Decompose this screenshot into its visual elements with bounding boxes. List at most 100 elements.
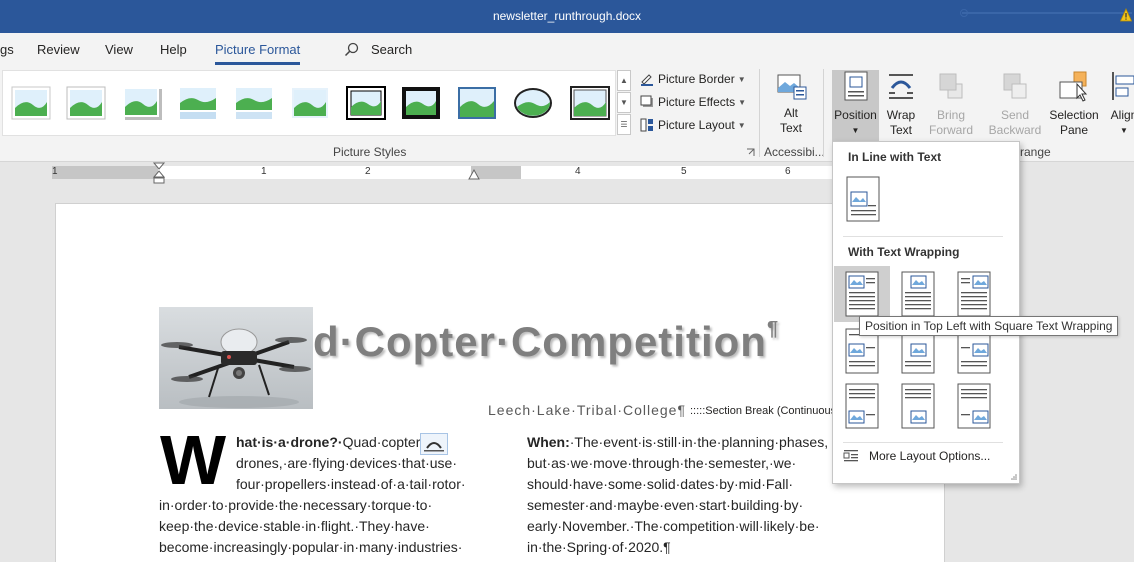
picture-effects-icon	[640, 95, 653, 107]
horizontal-ruler[interactable]: 1 1 2 4 5 6	[52, 166, 832, 179]
menu-separator	[843, 236, 1003, 237]
tab-view[interactable]: View	[105, 42, 133, 57]
alt-text-button[interactable]: Alt Text	[768, 70, 814, 136]
position-bottom-center-option[interactable]	[901, 383, 935, 429]
warning-icon[interactable]	[1120, 8, 1132, 22]
position-bottom-right-option[interactable]	[957, 383, 991, 429]
gallery-scroll-up-button[interactable]: ▲	[617, 70, 631, 91]
position-top-right-option[interactable]	[957, 271, 991, 317]
gallery-scroll: ▲ ▼ ☰	[617, 70, 631, 136]
send-backward-button[interactable]: Send Backward	[984, 70, 1046, 138]
position-top-center-option[interactable]	[901, 271, 935, 317]
picture-style-reflected-soft[interactable]	[234, 86, 274, 120]
inline-heading: In Line with Text	[848, 150, 942, 164]
picture-effects-label: Picture Effects	[658, 95, 736, 109]
left-column-line: keep·the·device·stable·in·flight.·They·h…	[159, 518, 430, 534]
layout-options-icon	[843, 450, 858, 462]
position-button[interactable]: Position ▼	[832, 70, 879, 144]
picture-style-black-frame[interactable]	[570, 86, 610, 120]
selection-pane-icon	[1059, 71, 1088, 102]
wrap-heading: With Text Wrapping	[848, 245, 960, 259]
picture-style-thin-black[interactable]	[346, 86, 386, 120]
chevron-down-icon: ▼	[737, 74, 746, 84]
chevron-down-icon: ▼	[1120, 126, 1128, 135]
picture-style-oval[interactable]	[513, 86, 553, 120]
newsletter-headline: d·Copter·Competition¶	[313, 318, 779, 366]
right-column-line: early·November.·The·competition·will·lik…	[527, 518, 820, 534]
picture-style-thick-black[interactable]	[401, 86, 441, 120]
picture-style-glow[interactable]	[290, 86, 330, 120]
ruler-number: 6	[785, 166, 791, 177]
more-layout-options-item[interactable]: More Layout Options...	[843, 449, 990, 463]
picture-style-drop-shadow[interactable]	[122, 86, 162, 120]
gallery-scroll-down-button[interactable]: ▼	[617, 92, 631, 113]
ruler-number: 4	[575, 166, 581, 177]
ribbon-tabs: gs Review View Help Picture Format Searc…	[0, 33, 1134, 66]
picture-effects-button[interactable]: Picture Effects ▼	[640, 92, 746, 112]
align-button[interactable]: Align ▼	[1104, 70, 1134, 138]
left-column-line: four·propellers·instead·of·a·tail·rotor·	[236, 476, 466, 492]
position-icon	[844, 71, 867, 101]
bring-forward-button[interactable]: Bring Forward	[922, 70, 980, 138]
headline-text: d·Copter·Competition	[313, 318, 767, 365]
picture-style-soft-edge[interactable]	[66, 86, 106, 120]
search-label[interactable]: Search	[371, 42, 412, 57]
right-column-line: in·the·Spring·of·2020.¶	[527, 539, 671, 555]
alt-text-line1: Alt	[783, 106, 798, 120]
tab-picture-format[interactable]: Picture Format	[215, 42, 301, 65]
wrap-text-button[interactable]: Wrap Text	[880, 70, 922, 138]
chevron-down-icon: ▼	[738, 97, 747, 107]
title-bar: newsletter_runthrough.docx	[0, 0, 1134, 33]
ruler-number: 5	[681, 166, 687, 177]
selection-pane-line2: Pane	[1059, 123, 1089, 137]
picture-layout-icon	[640, 118, 653, 132]
layout-options-button[interactable]	[420, 433, 448, 455]
chevron-down-icon: ▼	[851, 126, 860, 135]
chevron-down-icon: ▼	[737, 120, 746, 130]
left-column-line: hat·is·a·drone?·Quad·copter	[236, 434, 420, 450]
bring-forward-line2: Forward	[928, 123, 973, 137]
column-marker-icon[interactable]	[468, 168, 480, 180]
picture-style-metal[interactable]	[457, 86, 497, 120]
send-backward-line2: Backward	[988, 123, 1042, 137]
group-divider	[823, 69, 824, 157]
picture-layout-button[interactable]: Picture Layout ▼	[640, 115, 746, 135]
gallery-more-button[interactable]: ☰	[617, 114, 631, 135]
position-dropdown: In Line with Text With Text Wrapping Mor…	[832, 141, 1020, 484]
picture-style-reflected[interactable]	[178, 86, 218, 120]
tooltip: Position in Top Left with Square Text Wr…	[859, 316, 1119, 336]
tab-help[interactable]: Help	[160, 42, 187, 57]
position-top-left-option[interactable]	[845, 271, 879, 317]
position-label: Position	[834, 108, 877, 122]
indent-marker-icon[interactable]	[153, 162, 165, 184]
drone-photo[interactable]	[159, 307, 313, 409]
picture-style-simple-frame[interactable]	[11, 86, 51, 120]
menu-separator	[843, 442, 1003, 443]
group-label-picture-styles: Picture Styles	[333, 145, 407, 159]
search-icon[interactable]	[344, 42, 359, 57]
position-inline-option[interactable]	[846, 176, 880, 222]
right-column-line: but·as·we·move·through·the·semester,·we·	[527, 455, 797, 471]
position-bottom-left-option[interactable]	[845, 383, 879, 429]
line-text: ·The·event·is·still·in·the·planning·phas…	[569, 434, 829, 450]
byline: Leech·Lake·Tribal·College¶	[488, 402, 686, 418]
bring-forward-line1: Bring	[936, 108, 965, 122]
tab-partial[interactable]: gs	[0, 42, 14, 57]
send-backward-icon	[1003, 73, 1027, 99]
group-label-arrange: range	[1020, 145, 1051, 159]
ruler-number: 1	[261, 166, 267, 177]
ruler-number: 2	[365, 166, 371, 177]
alt-text-line2: Text	[779, 121, 802, 135]
picture-border-icon	[641, 74, 653, 86]
tab-review[interactable]: Review	[37, 42, 80, 57]
align-icon	[1112, 72, 1134, 100]
group-divider	[759, 69, 760, 157]
picture-border-button[interactable]: Picture Border ▼	[640, 69, 746, 89]
line-text: Quad·copter	[342, 434, 421, 450]
resize-grip-icon[interactable]	[1011, 474, 1017, 480]
bring-forward-icon	[939, 73, 963, 99]
dialog-launcher-icon[interactable]	[746, 148, 755, 157]
selection-pane-button[interactable]: Selection Pane	[1046, 70, 1102, 138]
question-bold: hat·is·a·drone?·	[236, 434, 343, 450]
left-column-line: drones,·are·flying·devices·that·use·	[236, 455, 457, 471]
